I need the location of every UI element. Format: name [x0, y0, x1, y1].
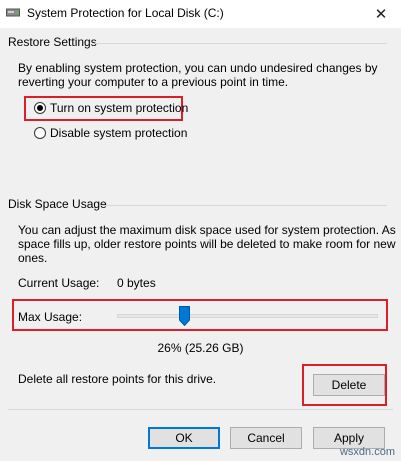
current-usage-label: Current Usage: [18, 276, 100, 290]
max-usage-slider-thumb[interactable] [179, 306, 191, 326]
separator [95, 43, 387, 44]
separator [100, 205, 387, 206]
disk-description-line3: ones. [18, 251, 48, 265]
disk-space-heading: Disk Space Usage [8, 197, 107, 211]
radio-turn-on-label[interactable]: Turn on system protection [50, 101, 188, 115]
restore-description-line2: reverting your computer to a previous po… [18, 75, 289, 89]
watermark: wsxdn.com [339, 446, 395, 458]
delete-button[interactable]: Delete [313, 374, 385, 396]
disk-description-line1: You can adjust the maximum disk space us… [18, 223, 396, 237]
separator [8, 409, 393, 410]
close-icon: ✕ [374, 6, 388, 23]
max-usage-label: Max Usage: [18, 310, 83, 324]
delete-description: Delete all restore points for this drive… [18, 372, 217, 386]
radio-disable[interactable] [34, 127, 46, 139]
ok-button[interactable]: OK [148, 427, 220, 449]
max-usage-readout: 26% (25.26 GB) [157, 341, 244, 355]
radio-turn-on[interactable] [34, 102, 46, 114]
current-usage-value: 0 bytes [117, 276, 156, 290]
radio-selected-dot [37, 105, 43, 111]
cancel-button[interactable]: Cancel [230, 427, 302, 449]
disk-description-line2: space fills up, older restore points wil… [18, 237, 396, 251]
radio-disable-label[interactable]: Disable system protection [50, 126, 187, 140]
title-bar: System Protection for Local Disk (C:) ✕ [0, 0, 401, 28]
restore-description-line1: By enabling system protection, you can u… [18, 61, 378, 75]
drive-icon [6, 8, 20, 17]
close-button[interactable]: ✕ [361, 0, 401, 28]
max-usage-slider-track[interactable] [117, 314, 378, 318]
window-title: System Protection for Local Disk (C:) [27, 6, 224, 20]
restore-settings-heading: Restore Settings [8, 35, 97, 49]
